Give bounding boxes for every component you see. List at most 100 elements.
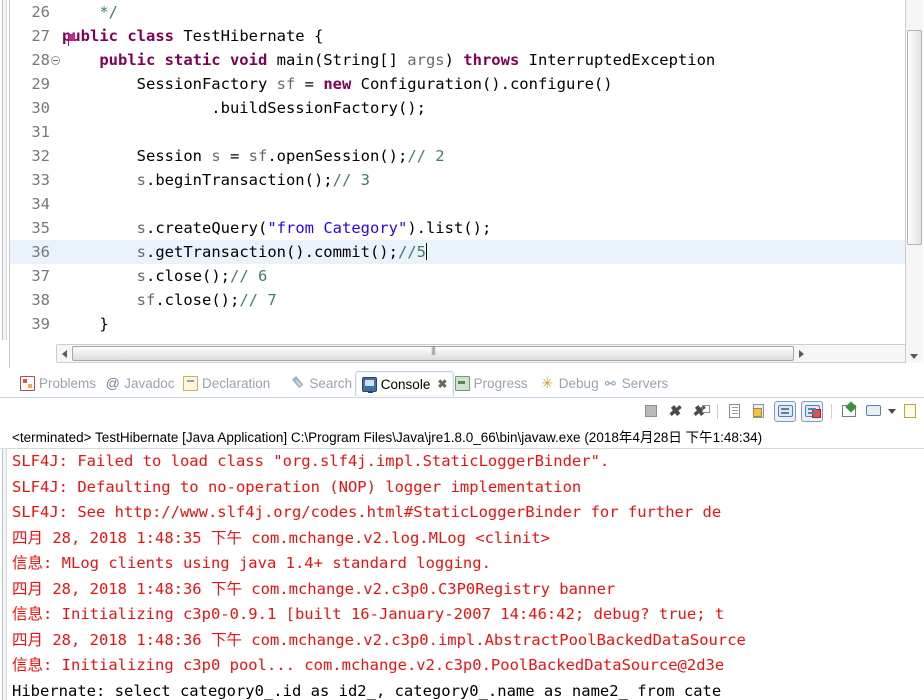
launch-terminated-label: <terminated> TestHibernate [Java Applica… <box>12 430 763 445</box>
code-line[interactable]: 34 <box>10 192 915 216</box>
tab-servers[interactable]: ⚯ Servers <box>597 371 675 396</box>
console-line: 四月 28, 2018 1:48:35 下午 com.mchange.v2.lo… <box>12 528 550 547</box>
code-line-text: s.getTransaction().commit();//5 <box>62 240 427 264</box>
code-line-text: sf.close();// 7 <box>62 288 277 312</box>
line-number: 35 <box>31 219 50 237</box>
code-line-text: */ <box>62 0 118 24</box>
tab-label: Servers <box>621 376 669 391</box>
tab-label: Debug <box>558 376 599 391</box>
code-line[interactable]: 27 public class TestHibernate { <box>10 24 915 48</box>
code-line-text: s.close();// 6 <box>62 264 268 288</box>
clear-console-button[interactable] <box>726 402 745 421</box>
console-view-toolbar[interactable]: ✖ ✖ <box>642 398 920 424</box>
code-line-text: s.createQuery("from Category").list(); <box>62 216 492 240</box>
tab-search[interactable]: Search <box>284 371 358 396</box>
console-line: 四月 28, 2018 1:48:36 下午 com.mchange.v2.c3… <box>12 579 616 598</box>
fold-collapse-icon[interactable] <box>51 56 60 65</box>
code-line[interactable]: 33 s.beginTransaction();// 3 <box>10 168 915 192</box>
code-token: = <box>304 75 324 93</box>
line-number: 32 <box>31 147 50 165</box>
code-lines[interactable]: 26 */ 27 public class TestHibernate { 28 pu… <box>10 0 915 340</box>
line-number: 33 <box>31 171 50 189</box>
tab-debug[interactable]: ✳ Debug <box>534 371 605 396</box>
tab-label: Problems <box>39 376 97 391</box>
vertical-scroll-thumb[interactable] <box>907 30 922 245</box>
code-token: // 6 <box>230 267 268 285</box>
console-left-strip <box>2 449 7 700</box>
console-icon <box>361 376 377 393</box>
code-token: // 2 <box>407 147 445 165</box>
horizontal-scroll-thumb[interactable] <box>72 346 794 361</box>
code-line-text: SessionFactory sf = new Configuration().… <box>62 72 613 96</box>
code-line[interactable]: 40 <box>10 336 915 340</box>
scroll-right-arrow-icon[interactable] <box>795 345 809 362</box>
chevron-down-icon[interactable] <box>888 408 896 414</box>
editor-horizontal-scrollbar[interactable] <box>56 344 914 363</box>
code-token: Session <box>62 147 212 165</box>
display-selected-console-button[interactable] <box>864 402 883 421</box>
code-line[interactable]: 37 s.close();// 6 <box>10 264 915 288</box>
code-token: s <box>211 147 230 165</box>
code-token: s <box>136 243 146 261</box>
code-token: main(String[] <box>276 51 408 69</box>
code-line[interactable]: 26 */ <box>10 0 915 24</box>
code-token: "from Category" <box>267 219 408 237</box>
code-token: sf <box>248 147 268 165</box>
code-line[interactable]: 29 SessionFactory sf = new Configuration… <box>10 72 915 96</box>
tab-progress[interactable]: Progress <box>449 371 534 396</box>
code-line[interactable]: 30 .buildSessionFactory(); <box>10 96 915 120</box>
code-line[interactable]: 35 s.createQuery("from Category").list()… <box>10 216 915 240</box>
search-icon <box>287 373 308 394</box>
terminate-button[interactable] <box>642 402 661 421</box>
open-console-button[interactable] <box>901 402 920 421</box>
code-token: TestHibernate { <box>183 27 324 45</box>
java-editor[interactable]: 26 */ 27 public class TestHibernate { 28 pu… <box>0 0 924 368</box>
remove-all-terminated-button[interactable]: ✖ <box>690 402 710 421</box>
line-number: 40 <box>10 336 50 340</box>
tab-problems[interactable]: Problems <box>14 371 102 396</box>
console-line: Hibernate: select category0_.id as id2_,… <box>12 681 722 700</box>
tab-label: Javadoc <box>124 376 175 391</box>
view-tab-bar[interactable]: Problems @ Javadoc Declaration Search Console… <box>0 368 924 398</box>
scroll-left-arrow-icon[interactable] <box>57 345 71 362</box>
console-output-text[interactable]: SLF4J: Failed to load class "org.slf4j.i… <box>12 449 924 700</box>
code-line[interactable]: 39 } <box>10 312 915 336</box>
code-token: .close(); <box>146 267 230 285</box>
code-token: args <box>407 51 445 69</box>
code-token: s <box>136 171 146 189</box>
tab-declaration[interactable]: Declaration <box>177 371 276 396</box>
code-token: ).list(); <box>407 219 492 237</box>
show-console-on-error-button[interactable] <box>801 400 823 422</box>
scroll-down-arrow-icon[interactable] <box>910 354 918 359</box>
servers-icon: ⚯ <box>604 376 616 391</box>
text-caret <box>425 243 427 260</box>
code-line[interactable]: 38 sf.close();// 7 <box>10 288 915 312</box>
code-token: .close(); <box>155 291 240 309</box>
show-console-on-output-button[interactable] <box>774 400 796 422</box>
code-line[interactable]: 36 s.getTransaction().commit();//5 <box>10 240 915 264</box>
tab-javadoc[interactable]: @ Javadoc <box>99 371 180 396</box>
line-number: 27 <box>31 27 50 45</box>
code-line[interactable]: 28 public static void main(String[] args… <box>10 48 915 72</box>
remove-launch-button[interactable]: ✖ <box>666 402 685 421</box>
progress-icon <box>454 376 470 391</box>
console-line: 信息: Initializing c3p0-0.9.1 [built 16-Ja… <box>12 605 725 623</box>
console-output-frame: SLF4J: Failed to load class "org.slf4j.i… <box>0 448 924 700</box>
code-scroll-region[interactable]: 26 */ 27 public class TestHibernate { 28 pu… <box>10 0 915 340</box>
editor-vertical-scrollbar[interactable] <box>905 0 923 363</box>
line-number: 34 <box>31 195 50 213</box>
toolbar-separator-2 <box>831 403 832 419</box>
code-line[interactable]: 31 <box>10 120 915 144</box>
tab-console[interactable]: Console ✖ <box>354 371 455 396</box>
tab-label: Search <box>309 376 353 391</box>
code-line[interactable]: 32 Session s = sf.openSession();// 2 <box>10 144 915 168</box>
code-token: public static void <box>99 51 277 69</box>
pin-console-button[interactable] <box>840 402 859 421</box>
scroll-lock-button[interactable] <box>750 402 769 421</box>
code-token: s <box>136 219 146 237</box>
code-token: public class <box>62 27 184 45</box>
close-icon[interactable]: ✖ <box>437 377 447 391</box>
code-token: throws <box>463 51 529 69</box>
